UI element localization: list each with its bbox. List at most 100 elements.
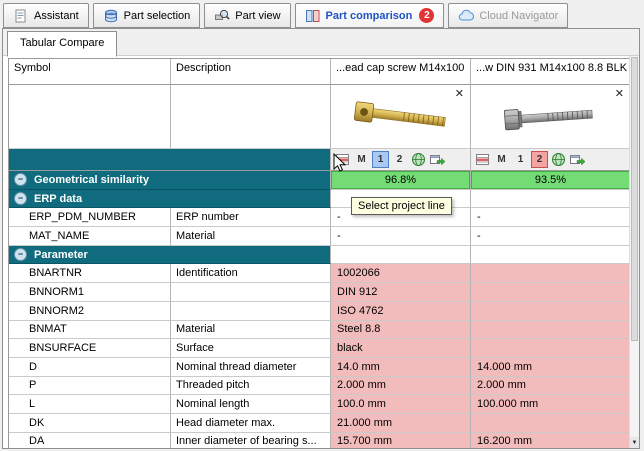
tab-tabular-compare[interactable]: Tabular Compare bbox=[7, 31, 118, 57]
param-desc-cell: Inner diameter of bearing s... bbox=[171, 432, 331, 448]
part1-value-cell: 21.000 mm bbox=[331, 413, 471, 433]
section-row: − Geometrical similarity 96.8% 93.5% bbox=[9, 171, 631, 190]
part2-value-cell: 14.000 mm bbox=[471, 357, 631, 377]
main-tabbar: Assistant Part selection Part view Part … bbox=[3, 3, 569, 28]
section-label: ERP data bbox=[34, 192, 83, 205]
line-1-button[interactable]: 1 bbox=[512, 151, 529, 168]
param-desc-cell: Surface bbox=[171, 339, 331, 358]
part1-value-cell: 2.000 mm bbox=[331, 376, 471, 396]
line-2-button[interactable]: 2 bbox=[391, 151, 408, 168]
part2-value-cell bbox=[471, 339, 631, 358]
parameter-row: BNNORM2 ISO 4762 bbox=[9, 301, 631, 321]
param-name-cell: BNSURFACE bbox=[9, 339, 171, 358]
line-1-button[interactable]: 1 bbox=[372, 151, 389, 168]
column-header-part1[interactable]: ...ead cap screw M14x100 bbox=[331, 59, 471, 85]
line-2-button[interactable]: 2 bbox=[531, 151, 548, 168]
param-name-cell: DK bbox=[9, 413, 171, 433]
globe-button[interactable] bbox=[550, 151, 567, 168]
param-name-cell: BNNORM2 bbox=[9, 301, 171, 321]
part1-value-cell: Steel 8.8 bbox=[331, 320, 471, 340]
param-name-cell: L bbox=[9, 395, 171, 414]
part1-value-cell: 96.8% bbox=[331, 171, 471, 190]
param-name-cell: P bbox=[9, 376, 171, 396]
part2-value-cell: 93.5% bbox=[471, 171, 631, 190]
param-name-cell: DA bbox=[9, 432, 171, 448]
part1-value-cell: black bbox=[331, 339, 471, 358]
tab-part-comparison[interactable]: Part comparison 2 bbox=[294, 3, 445, 28]
param-desc-cell: Identification bbox=[171, 264, 331, 284]
collapse-icon[interactable]: − bbox=[14, 248, 27, 262]
open-part-icon bbox=[430, 155, 446, 166]
tab-part-view[interactable]: Part view bbox=[204, 3, 291, 28]
column-header-part2[interactable]: ...w DIN 931 M14x100 8.8 BLK bbox=[471, 59, 631, 85]
toolbar-left-spacer bbox=[9, 149, 331, 171]
part2-toolbar: M 1 2 bbox=[471, 149, 631, 171]
thumbnail-row: ✕ ✕ bbox=[9, 85, 631, 149]
param-name-cell: MAT_NAME bbox=[9, 227, 171, 246]
vertical-scrollbar[interactable]: ▼ bbox=[629, 56, 639, 448]
part2-value-cell: 16.200 mm bbox=[471, 432, 631, 448]
part2-thumbnail bbox=[503, 108, 593, 130]
open-part-button[interactable] bbox=[569, 151, 586, 168]
tab-part-selection[interactable]: Part selection bbox=[92, 3, 201, 28]
part1-value-cell: 14.0 mm bbox=[331, 357, 471, 377]
m-line-button[interactable]: M bbox=[353, 151, 370, 168]
collapse-icon[interactable]: − bbox=[14, 192, 27, 206]
table-body: − Geometrical similarity 96.8% 93.5% − ERP da… bbox=[9, 171, 631, 448]
tab-cloud-navigator[interactable]: Cloud Navigator bbox=[448, 3, 569, 28]
parameter-row: D Nominal thread diameter 14.0 mm 14.000 mm bbox=[9, 357, 631, 377]
mouse-cursor bbox=[333, 153, 347, 172]
tab-label: Part view bbox=[235, 9, 281, 22]
close-part1-icon[interactable]: ✕ bbox=[455, 87, 464, 100]
parameter-row: BNARTNR Identification 1002066 bbox=[9, 264, 631, 284]
part1-toolbar: M 1 2 bbox=[331, 149, 471, 171]
section-header-cell[interactable]: − Geometrical similarity bbox=[9, 171, 331, 190]
close-part2-icon[interactable]: ✕ bbox=[615, 87, 624, 100]
globe-icon bbox=[552, 153, 565, 166]
tab-label: Part comparison bbox=[325, 9, 413, 22]
section-label: Parameter bbox=[34, 248, 88, 261]
parameter-row: BNSURFACE Surface black bbox=[9, 339, 631, 358]
globe-button[interactable] bbox=[410, 151, 427, 168]
parameter-row: DA Inner diameter of bearing s... 15.700 m… bbox=[9, 432, 631, 448]
column-header-description[interactable]: Description bbox=[171, 59, 331, 85]
param-desc-cell bbox=[171, 301, 331, 321]
param-desc-cell: Material bbox=[171, 320, 331, 340]
part1-value-cell: 15.700 mm bbox=[331, 432, 471, 448]
param-desc-cell: Nominal length bbox=[171, 395, 331, 414]
tab-label: Cloud Navigator bbox=[479, 9, 559, 22]
scrollbar-thumb[interactable] bbox=[631, 57, 638, 342]
param-desc-cell: Nominal thread diameter bbox=[171, 357, 331, 377]
section-header-cell[interactable]: − Parameter bbox=[9, 245, 331, 265]
part1-value-cell bbox=[331, 245, 471, 265]
part2-value-cell bbox=[471, 264, 631, 284]
parameter-row: L Nominal length 100.0 mm 100.000 mm bbox=[9, 395, 631, 414]
part-selection-icon bbox=[104, 9, 117, 22]
part-comparison-panel: Tabular Compare Symbol Description ...ea… bbox=[2, 28, 640, 449]
collapse-icon[interactable]: − bbox=[14, 173, 27, 187]
tab-label: Assistant bbox=[34, 9, 79, 22]
part2-value-cell bbox=[471, 245, 631, 265]
part2-value-cell: - bbox=[471, 227, 631, 246]
select-project-line-button[interactable] bbox=[474, 151, 491, 168]
m-line-button[interactable]: M bbox=[493, 151, 510, 168]
column-header-symbol[interactable]: Symbol bbox=[9, 59, 171, 85]
subtab-strip: Tabular Compare bbox=[3, 29, 639, 57]
part-view-icon bbox=[215, 9, 230, 20]
section-row: − Parameter bbox=[9, 245, 631, 265]
tab-assistant[interactable]: Assistant bbox=[3, 3, 89, 28]
open-part-button[interactable] bbox=[429, 151, 446, 168]
part1-thumbnail-cell: ✕ bbox=[331, 85, 471, 149]
param-desc-cell: Head diameter max. bbox=[171, 413, 331, 433]
table-header-row: Symbol Description ...ead cap screw M14x… bbox=[9, 59, 631, 85]
parameter-row: ERP_PDM_NUMBER ERP number - - bbox=[9, 208, 631, 228]
compare-table: Symbol Description ...ead cap screw M14x… bbox=[8, 58, 631, 448]
param-name-cell: ERP_PDM_NUMBER bbox=[9, 208, 171, 228]
assistant-icon bbox=[15, 9, 26, 22]
section-label: Geometrical similarity bbox=[34, 173, 149, 186]
part2-value-cell bbox=[471, 283, 631, 302]
param-name-cell: BNNORM1 bbox=[9, 283, 171, 302]
section-header-cell[interactable]: − ERP data bbox=[9, 189, 331, 209]
scroll-down-button[interactable]: ▼ bbox=[630, 437, 639, 448]
part2-thumbnail-cell: ✕ bbox=[471, 85, 631, 149]
